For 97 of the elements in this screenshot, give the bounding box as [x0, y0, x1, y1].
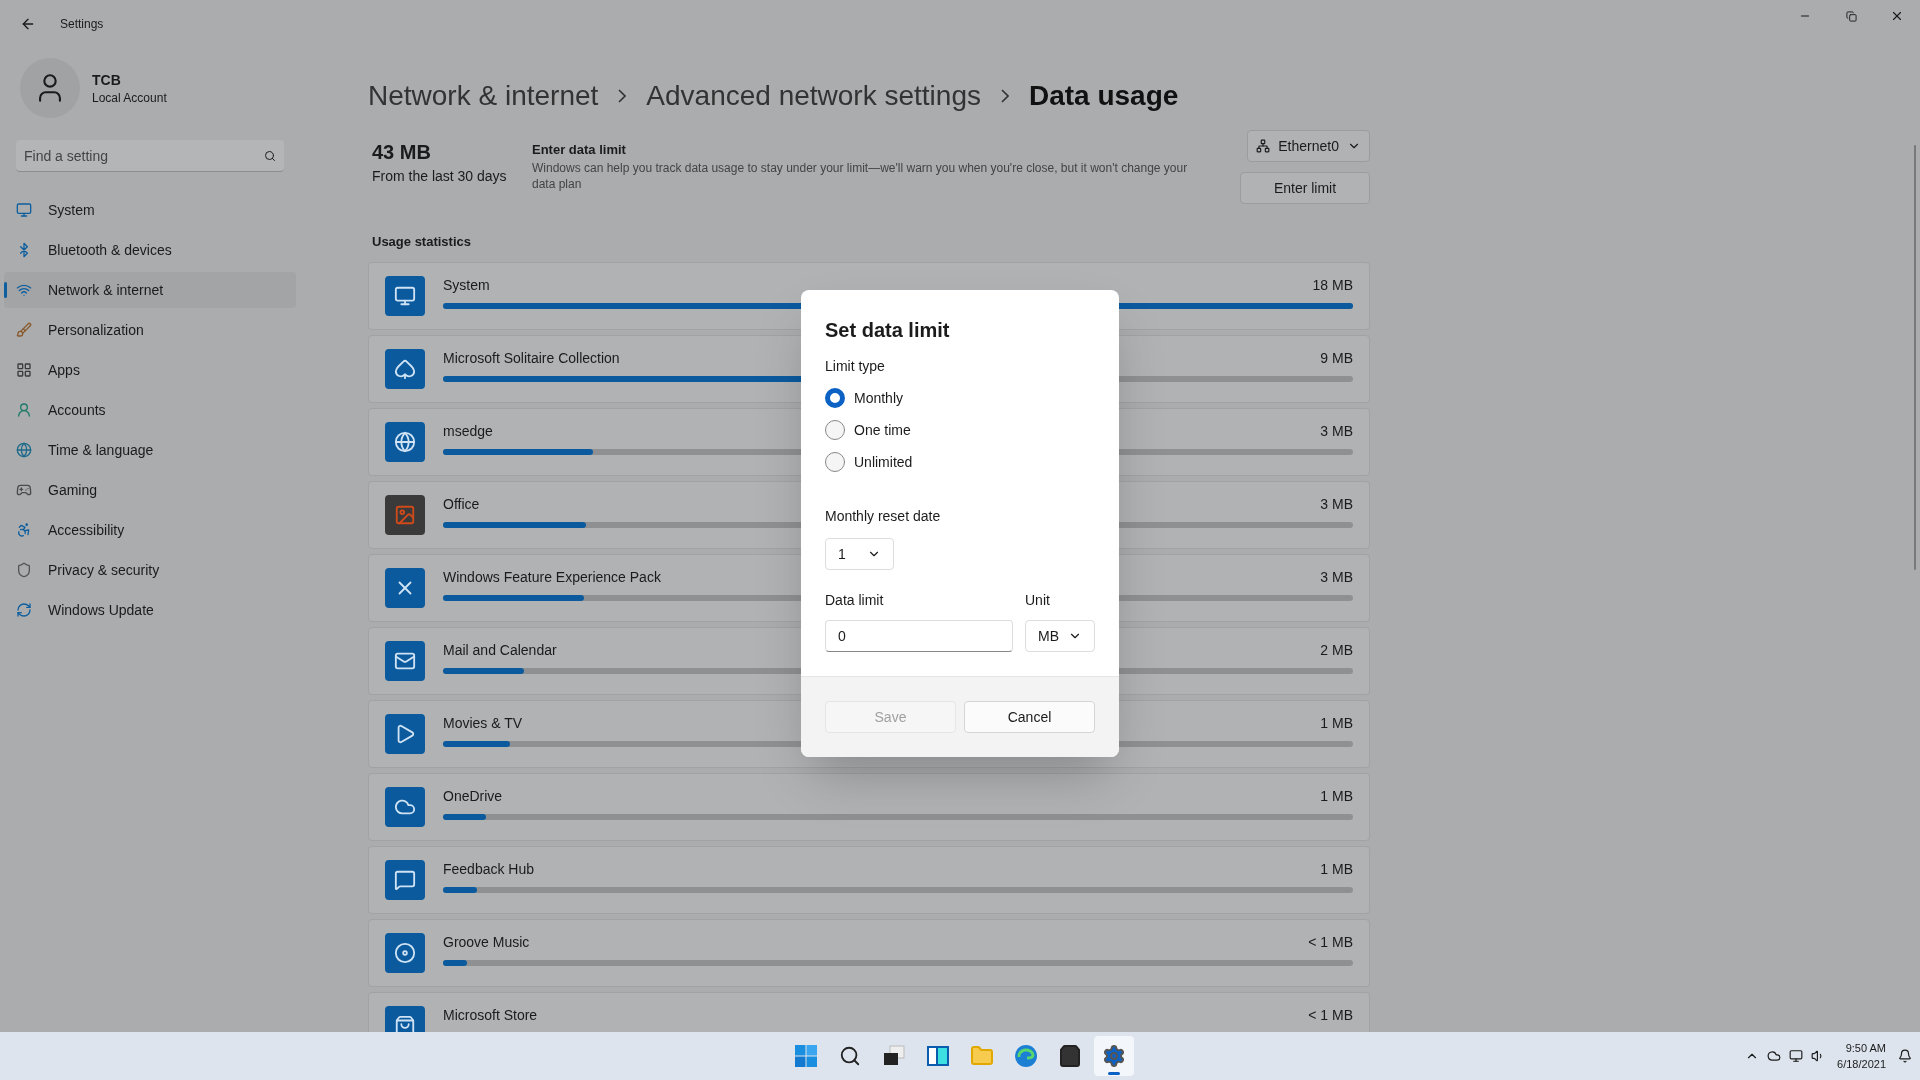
gamepad-icon [16, 482, 32, 498]
nav-item[interactable]: Bluetooth & devices [4, 232, 296, 268]
app-usage: 3 MB [1320, 421, 1353, 441]
restore-icon [1845, 10, 1857, 22]
globe-icon [16, 442, 32, 458]
field-label: Monthly reset date [825, 507, 942, 526]
app-usage: 18 MB [1312, 275, 1353, 295]
app-usage: < 1 MB [1308, 1005, 1353, 1025]
app-usage: < 1 MB [1308, 932, 1353, 952]
cloud-icon[interactable] [1767, 1049, 1782, 1063]
radio-button[interactable] [825, 388, 845, 408]
app-name: Windows Feature Experience Pack [443, 567, 661, 587]
breadcrumb-link[interactable]: Network & internet [368, 75, 599, 117]
app-name: Groove Music [443, 932, 530, 952]
nav-item[interactable]: Apps [4, 352, 296, 388]
account-type: Local Account [92, 90, 167, 106]
active-indicator [1108, 1072, 1120, 1075]
section-heading: Usage statistics [371, 233, 472, 251]
radio-option[interactable]: Unlimited [825, 452, 1095, 472]
adapter-dropdown[interactable]: Ethernet0 [1247, 130, 1370, 162]
account-name: TCB [92, 71, 122, 90]
page-title: Data usage [1028, 79, 1179, 113]
limit-title: Enter data limit [532, 141, 627, 159]
gear-icon [1102, 1044, 1126, 1068]
brush-icon [16, 322, 32, 338]
nav-item[interactable]: Gaming [4, 472, 296, 508]
apps-grid-icon [16, 362, 32, 378]
shield-icon [16, 562, 32, 578]
nav-item[interactable]: Time & language [4, 432, 296, 468]
person-icon [16, 402, 32, 418]
app-usage: 3 MB [1320, 567, 1353, 587]
reset-date-dropdown[interactable]: 1 [825, 538, 894, 570]
crossed-box-icon [385, 567, 425, 608]
cloud-icon [385, 786, 425, 827]
app-usage: 3 MB [1320, 494, 1353, 514]
chevron-right-icon [1000, 89, 1009, 103]
task-view-icon [882, 1044, 906, 1068]
app-name: Feedback Hub [443, 859, 535, 879]
data-limit-input[interactable]: 0 [825, 620, 1013, 652]
clock[interactable]: 9:50 AM 6/18/2021 [1833, 1040, 1890, 1072]
limit-description: Windows can help you track data usage to stay under your limit—we'll warn you when you're close, but it won't change your data plan [532, 159, 1189, 192]
play-icon [385, 713, 425, 754]
refresh-icon [16, 602, 32, 618]
app-name: Movies & TV [443, 713, 523, 733]
windows-start-icon [794, 1044, 818, 1068]
nav-item[interactable]: Windows Update [4, 592, 296, 628]
nav-item[interactable]: Network & internet [4, 272, 296, 308]
network-adapter-icon [1256, 139, 1271, 153]
nav-item[interactable]: Privacy & security [4, 552, 296, 588]
radio-option[interactable]: One time [825, 420, 1095, 440]
search-icon [839, 1045, 861, 1067]
notification-icon[interactable] [1898, 1049, 1912, 1063]
close-icon [1890, 9, 1904, 23]
window-title: Settings [60, 16, 104, 32]
cancel-button[interactable]: Cancel [964, 701, 1095, 733]
scrollbar[interactable] [1914, 145, 1916, 570]
app-name: System [443, 275, 490, 295]
app-usage: 9 MB [1320, 348, 1353, 368]
breadcrumb-link[interactable]: Advanced network settings [646, 75, 981, 117]
usage-period: From the last 30 days [372, 167, 508, 186]
unit-dropdown[interactable]: MB [1025, 620, 1095, 652]
network-icon[interactable] [1789, 1049, 1804, 1063]
app-name: msedge [443, 421, 493, 441]
nav-item[interactable]: Accessibility [4, 512, 296, 548]
feedback-icon [385, 859, 425, 900]
app-name: Microsoft Store [443, 1005, 538, 1025]
envelope-icon [385, 640, 425, 681]
field-label: Unit [1025, 591, 1051, 610]
taskbar-app-button[interactable] [1094, 1036, 1134, 1076]
enter-limit-button[interactable]: Enter limit [1240, 172, 1370, 204]
field-label: Data limit [825, 591, 885, 610]
chevron-right-icon [618, 89, 627, 103]
accessibility-icon [16, 522, 32, 538]
nav-item[interactable]: Accounts [4, 392, 296, 428]
radio-option[interactable]: Monthly [825, 388, 1095, 408]
radio-button[interactable] [825, 452, 845, 472]
app-usage: 1 MB [1320, 859, 1353, 879]
dialog-title: Set data limit [825, 318, 951, 343]
widgets-icon [926, 1044, 950, 1068]
app-name: Mail and Calendar [443, 640, 557, 660]
app-usage: 2 MB [1320, 640, 1353, 660]
search-icon [264, 150, 276, 162]
field-label: Limit type [825, 357, 886, 376]
folder-icon [970, 1044, 994, 1068]
selection-indicator [4, 282, 7, 298]
app-usage: 1 MB [1320, 713, 1353, 733]
wifi-icon [16, 282, 32, 298]
monitor-icon [16, 202, 32, 218]
app-name: Microsoft Solitaire Collection [443, 348, 620, 368]
usage-total: 43 MB [372, 140, 432, 165]
radio-button[interactable] [825, 420, 845, 440]
nav-item[interactable]: Personalization [4, 312, 296, 348]
nav-item[interactable]: System [4, 192, 296, 228]
app-usage: 1 MB [1320, 786, 1353, 806]
app-name: OneDrive [443, 786, 503, 806]
app-name: Office [443, 494, 480, 514]
search-field[interactable]: Find a setting [16, 140, 284, 172]
